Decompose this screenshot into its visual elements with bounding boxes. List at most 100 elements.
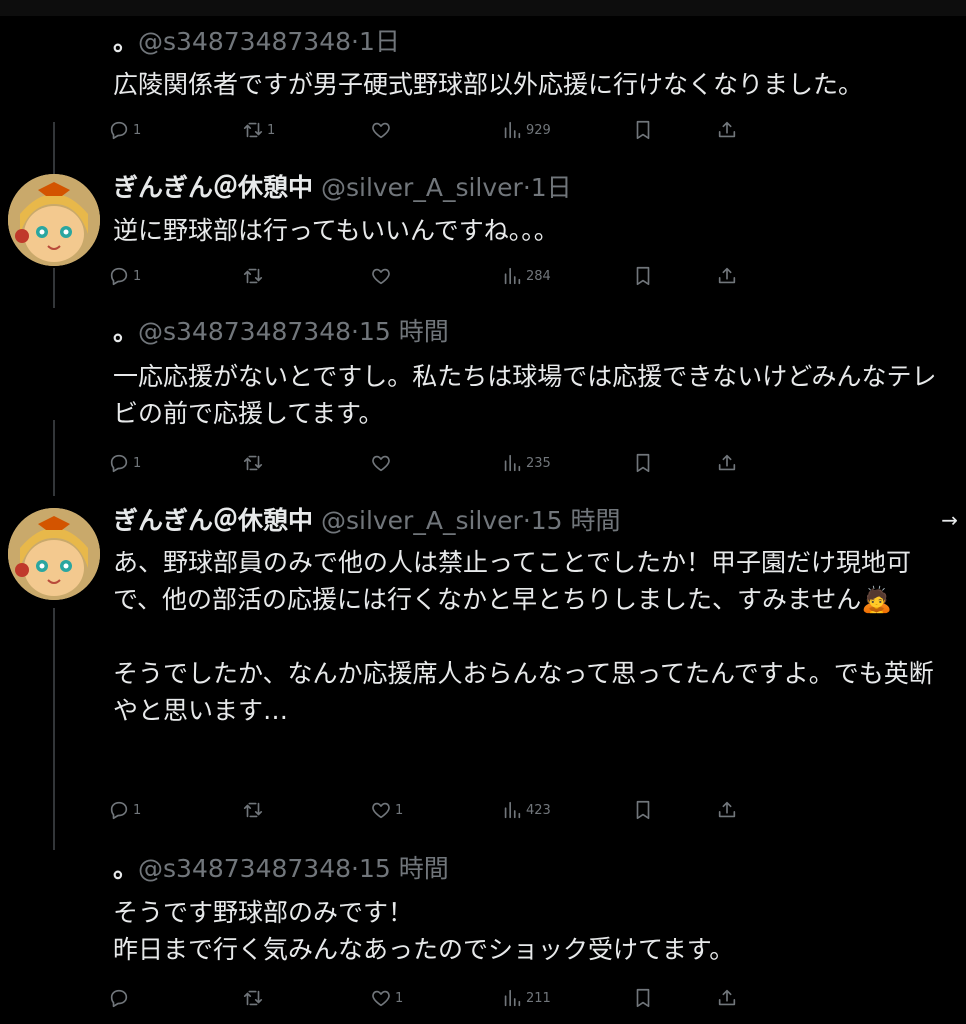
bookmark-icon: [636, 988, 650, 1008]
share-icon: [718, 989, 736, 1006]
views-count: 235: [526, 455, 551, 471]
share-button[interactable]: [716, 262, 738, 290]
retweet-icon: [243, 122, 263, 138]
retweet-icon: [243, 268, 263, 284]
user-handle[interactable]: @s34873487348: [138, 854, 351, 883]
retweet-button[interactable]: 1: [242, 116, 275, 144]
views-button[interactable]: 211: [501, 984, 551, 1012]
avatar[interactable]: [8, 174, 100, 266]
tweet-time[interactable]: ·15 時間: [351, 317, 449, 346]
tweet-header: 。@s34873487348·1日: [113, 26, 400, 58]
reply-icon: [110, 801, 128, 820]
views-count: 211: [526, 990, 551, 1006]
tweet-header: ぎんぎん＠休憩中 @silver_A_silver·1日: [113, 172, 572, 204]
more-arrow-icon[interactable]: →: [941, 508, 958, 532]
tweet[interactable]: ぎんぎん＠休憩中 @silver_A_silver·1日 逆に野球部は行ってもい…: [0, 160, 966, 310]
reply-button[interactable]: 1: [108, 116, 141, 144]
tweet-actions: 1 284: [108, 262, 748, 290]
share-button[interactable]: [716, 984, 738, 1012]
tweet-actions: 1 235: [108, 449, 748, 477]
reply-icon: [110, 454, 128, 473]
user-name-prefix: 。: [113, 854, 139, 883]
tweet[interactable]: 。@s34873487348·15 時間 そうです野球部のみです！ 昨日まで行く…: [0, 848, 966, 1024]
tweet-time[interactable]: ·1日: [523, 173, 572, 202]
tweet-actions: 1 1 423: [108, 796, 748, 824]
retweet-button[interactable]: [242, 449, 267, 477]
retweet-icon: [243, 455, 263, 471]
views-button[interactable]: 235: [501, 449, 551, 477]
retweet-button[interactable]: [242, 796, 267, 824]
reply-button[interactable]: 1: [108, 262, 141, 290]
share-icon: [718, 801, 736, 818]
share-button[interactable]: [716, 449, 738, 477]
avatar-image: [8, 508, 100, 600]
bookmark-button[interactable]: [632, 449, 654, 477]
avatar[interactable]: [8, 508, 100, 600]
tweet-header: 。@s34873487348·15 時間: [113, 853, 449, 885]
heart-icon: [372, 455, 390, 472]
tweet[interactable]: 。@s34873487348·1日 広陵関係者ですが男子硬式野球部以外応援に行け…: [0, 0, 966, 160]
tweet-time[interactable]: ·15 時間: [351, 854, 449, 883]
views-button[interactable]: 929: [501, 116, 551, 144]
share-icon: [718, 454, 736, 471]
reply-count: 1: [133, 802, 142, 818]
bookmark-button[interactable]: [632, 262, 654, 290]
views-button[interactable]: 284: [501, 262, 551, 290]
share-button[interactable]: [716, 116, 738, 144]
reply-icon: [110, 121, 128, 140]
like-button[interactable]: [370, 449, 395, 477]
views-count: 284: [526, 268, 551, 284]
tweet-text: そうです野球部のみです！ 昨日まで行く気みんなあったのでショック受けてます。: [113, 898, 735, 964]
bookmark-button[interactable]: [632, 984, 654, 1012]
user-handle[interactable]: @silver_A_silver: [321, 506, 523, 535]
reply-button[interactable]: 1: [108, 796, 141, 824]
like-count: 1: [395, 802, 404, 818]
share-button[interactable]: [716, 796, 738, 824]
bookmark-icon: [636, 266, 650, 286]
reply-count: 1: [133, 455, 142, 471]
heart-icon: [372, 268, 390, 285]
reply-count: 1: [133, 122, 142, 138]
like-button[interactable]: [370, 116, 395, 144]
views-icon: [504, 121, 521, 139]
views-count: 423: [526, 802, 551, 818]
like-button[interactable]: [370, 262, 395, 290]
retweet-button[interactable]: [242, 984, 267, 1012]
retweet-count: 1: [267, 122, 276, 138]
views-icon: [504, 454, 521, 472]
tweet-header: ぎんぎん＠休憩中 @silver_A_silver·15 時間: [113, 505, 621, 537]
reply-button[interactable]: 1: [108, 449, 141, 477]
views-count: 929: [526, 122, 551, 138]
tweet[interactable]: ぎんぎん＠休憩中 @silver_A_silver·15 時間 → あ、野球部員…: [0, 496, 966, 848]
bookmark-button[interactable]: [632, 796, 654, 824]
like-button[interactable]: 1: [370, 796, 403, 824]
tweet-time[interactable]: ·15 時間: [523, 506, 621, 535]
reply-button[interactable]: [108, 984, 133, 1012]
retweet-button[interactable]: [242, 262, 267, 290]
tweet-header: 。@s34873487348·15 時間: [113, 316, 449, 348]
user-handle[interactable]: @silver_A_silver: [321, 173, 523, 202]
bookmark-button[interactable]: [632, 116, 654, 144]
reply-icon: [110, 267, 128, 286]
user-name-prefix: 。: [113, 27, 139, 56]
reply-count: 1: [133, 268, 142, 284]
views-icon: [504, 267, 521, 285]
tweet-text: 逆に野球部は行ってもいいんですね。。。: [113, 216, 559, 245]
tweet-time[interactable]: ·1日: [351, 27, 400, 56]
user-display-name[interactable]: ぎんぎん＠休憩中: [113, 506, 313, 535]
tweet-text: あ、野球部員のみで他の人は禁止ってことでしたか！甲子園だけ現地可で、他の部活の応…: [113, 548, 934, 725]
bookmark-icon: [636, 120, 650, 140]
user-handle[interactable]: @s34873487348: [138, 27, 351, 56]
user-display-name[interactable]: ぎんぎん＠休憩中: [113, 173, 313, 202]
views-button[interactable]: 423: [501, 796, 551, 824]
tweet-actions: 1 1 929: [108, 116, 748, 144]
bookmark-icon: [636, 800, 650, 820]
heart-icon: [372, 802, 390, 819]
user-name-prefix: 。: [113, 317, 139, 346]
retweet-icon: [243, 990, 263, 1006]
heart-icon: [372, 990, 390, 1007]
views-icon: [504, 989, 521, 1007]
user-handle[interactable]: @s34873487348: [138, 317, 351, 346]
tweet[interactable]: 。@s34873487348·15 時間 一応応援がないとですし。私たちは球場で…: [0, 310, 966, 496]
like-button[interactable]: 1: [370, 984, 403, 1012]
